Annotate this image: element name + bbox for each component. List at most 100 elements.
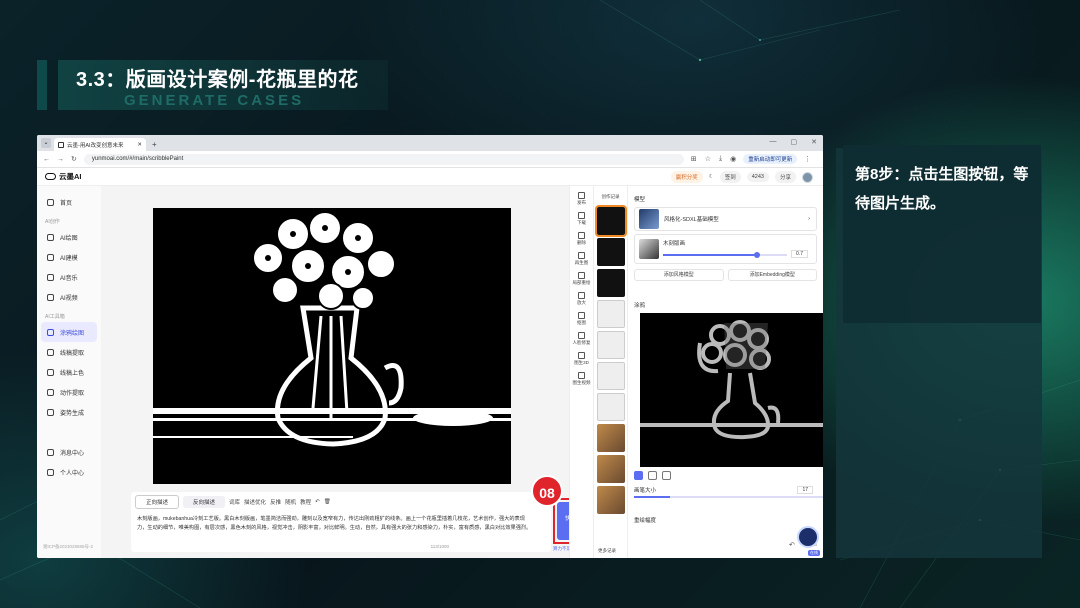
signin-button[interactable]: 签到: [719, 171, 741, 183]
model-selector[interactable]: 风格化-SDXL基础模型 ›: [634, 207, 817, 231]
history-thumb[interactable]: [596, 362, 625, 390]
tool-reverse[interactable]: 反推: [270, 498, 281, 506]
sidebar-item-ai-draw[interactable]: AI绘图: [37, 227, 101, 247]
upload-image-icon[interactable]: [662, 471, 671, 480]
tool-tutorial[interactable]: 教程: [300, 498, 311, 506]
brush-size-value[interactable]: 17: [797, 486, 813, 494]
lora-weight-slider[interactable]: [663, 252, 787, 258]
logo-cloud-icon: [45, 173, 56, 180]
sketch-toolbar: [634, 471, 817, 480]
tool-img-to-video[interactable]: 图生视频: [570, 372, 593, 386]
add-style-model-button[interactable]: 添加风格模型: [634, 269, 724, 281]
browser-tab[interactable]: 云墨-用AI改变创意未来 ✕: [54, 138, 146, 151]
bookmark-star-icon[interactable]: ☆: [705, 155, 711, 163]
prompt-textarea[interactable]: 木刻版画，mukebanhua冷刻工艺版。黑白木刻版画，笔墨简洁而强劲，雕刻以及…: [131, 512, 541, 536]
sidebar-item-ai-model[interactable]: AI建模: [37, 247, 101, 267]
lineart-icon: [47, 348, 54, 356]
sketch-canvas[interactable]: [640, 313, 823, 467]
translate-icon[interactable]: ⊞: [691, 155, 697, 163]
tool-inpaint[interactable]: 局部重绘: [570, 272, 593, 286]
sidebar-item-home[interactable]: 首页: [37, 192, 101, 212]
browser-window: ⌄ 云墨-用AI改变创意未来 ✕ + — ▢ ✕ ← → ↻ yunmoai.c…: [37, 135, 823, 558]
sidebar-item-messages[interactable]: 消息中心: [37, 442, 101, 462]
tool-download[interactable]: 下载: [570, 212, 593, 226]
lora-weight-value[interactable]: 0.7: [791, 250, 808, 258]
assistant-status: 在线: [808, 550, 820, 556]
tab-close-icon[interactable]: ✕: [137, 142, 142, 148]
sidebar-item-ai-video[interactable]: AI视频: [37, 287, 101, 307]
history-thumb[interactable]: [594, 205, 627, 237]
theme-toggle-icon[interactable]: ☾: [709, 174, 714, 180]
profile-icon[interactable]: ◉: [730, 155, 736, 163]
add-embedding-button[interactable]: 添加Embedding模型: [727, 269, 817, 281]
tool-optimize[interactable]: 描述优化: [244, 498, 266, 506]
tool-face-fix[interactable]: 人脸修复: [570, 332, 593, 346]
points-badge[interactable]: 4243: [746, 172, 769, 182]
share-button[interactable]: 分享: [774, 171, 796, 183]
forward-icon[interactable]: →: [57, 156, 64, 163]
history-thumb[interactable]: [596, 486, 625, 514]
prompt-panel: 正向描述 反向描述 词库 描述优化 反推 随机 教程 ↶ 🗑 木刻版画，muke…: [131, 492, 551, 552]
sidebar-item-colorize[interactable]: 线稿上色: [37, 362, 101, 382]
vip-badge[interactable]: 赢积分奖: [670, 171, 703, 183]
new-tab-icon[interactable]: +: [152, 140, 157, 149]
pencil-icon[interactable]: [634, 471, 643, 480]
tool-cutout[interactable]: 抠图: [570, 312, 593, 326]
tool-img2img[interactable]: 再生图: [570, 252, 593, 266]
url-field[interactable]: yunmoai.com/#/main/scribblePaint: [83, 153, 684, 165]
browser-tabstrip: ⌄ 云墨-用AI改变创意未来 ✕ + — ▢ ✕: [37, 135, 823, 151]
brush-size-slider[interactable]: [634, 496, 823, 498]
tab-negative-prompt[interactable]: 反向描述: [183, 496, 226, 508]
trash-icon: [578, 232, 585, 239]
minimize-icon[interactable]: —: [770, 138, 777, 146]
undo-icon[interactable]: ↶: [789, 541, 795, 549]
tab-positive-prompt[interactable]: 正向描述: [135, 495, 180, 509]
avatar[interactable]: [802, 171, 813, 183]
sidebar-item-lineart[interactable]: 线稿提取: [37, 342, 101, 362]
brush-size-label: 画笔大小: [634, 488, 657, 494]
assistant-robot-icon[interactable]: [797, 526, 819, 548]
tab-menu-icon[interactable]: ⌄: [41, 138, 51, 148]
tool-word-library[interactable]: 词库: [229, 498, 240, 506]
history-thumb[interactable]: [596, 331, 625, 359]
undo-icon[interactable]: ↶: [315, 499, 320, 505]
tool-publish[interactable]: 发布: [570, 192, 593, 206]
trash-icon[interactable]: 🗑: [324, 499, 331, 505]
history-thumb[interactable]: [596, 238, 625, 266]
tool-label: 发布: [577, 200, 586, 205]
history-title: 创作记录: [601, 194, 620, 199]
history-thumb[interactable]: [596, 393, 625, 421]
sidebar-item-pose-gen[interactable]: 姿势生成: [37, 402, 101, 422]
tool-img-to-3d[interactable]: 图生3D: [570, 352, 593, 366]
app-logo[interactable]: 云墨AI: [45, 171, 82, 182]
sidebar-item-pose-extract[interactable]: 动作提取: [37, 382, 101, 402]
eraser-icon[interactable]: [648, 471, 657, 480]
address-bar-row: ← → ↻ yunmoai.com/#/main/scribblePaint ⊞…: [37, 151, 823, 168]
sidebar-item-ai-music[interactable]: AI音乐: [37, 267, 101, 287]
tool-label: 放大: [577, 300, 586, 305]
history-thumb[interactable]: [596, 424, 625, 452]
tool-random[interactable]: 随机: [285, 498, 296, 506]
history-thumb[interactable]: [596, 269, 625, 297]
palette-icon: [47, 368, 54, 376]
step-number-badge: 08: [531, 475, 563, 507]
generated-image[interactable]: [153, 208, 511, 484]
close-window-icon[interactable]: ✕: [811, 138, 817, 146]
header-actions: 赢积分奖 ☾ 签到 4243 分享: [670, 171, 813, 183]
history-thumb[interactable]: [596, 300, 625, 328]
tool-delete[interactable]: 删除: [570, 232, 593, 246]
back-icon[interactable]: ←: [43, 156, 50, 163]
update-button[interactable]: 重新启动即可更新: [743, 154, 798, 164]
sidebar-item-scribble[interactable]: 涂鸦绘图: [41, 322, 97, 342]
download-icon[interactable]: ⤓: [719, 155, 722, 163]
tool-upscale[interactable]: 放大: [570, 292, 593, 306]
reload-icon[interactable]: ↻: [71, 155, 77, 163]
browser-menu-icon[interactable]: ⋮: [804, 155, 811, 163]
maximize-icon[interactable]: ▢: [791, 138, 798, 146]
history-thumb[interactable]: [596, 455, 625, 483]
sidebar-item-profile[interactable]: 个人中心: [37, 462, 101, 482]
model-thumbnail: [639, 209, 659, 229]
history-more-link[interactable]: 更多记录: [598, 548, 616, 554]
music-icon: [47, 273, 54, 281]
prompt-char-count: 113/1000: [430, 544, 449, 549]
